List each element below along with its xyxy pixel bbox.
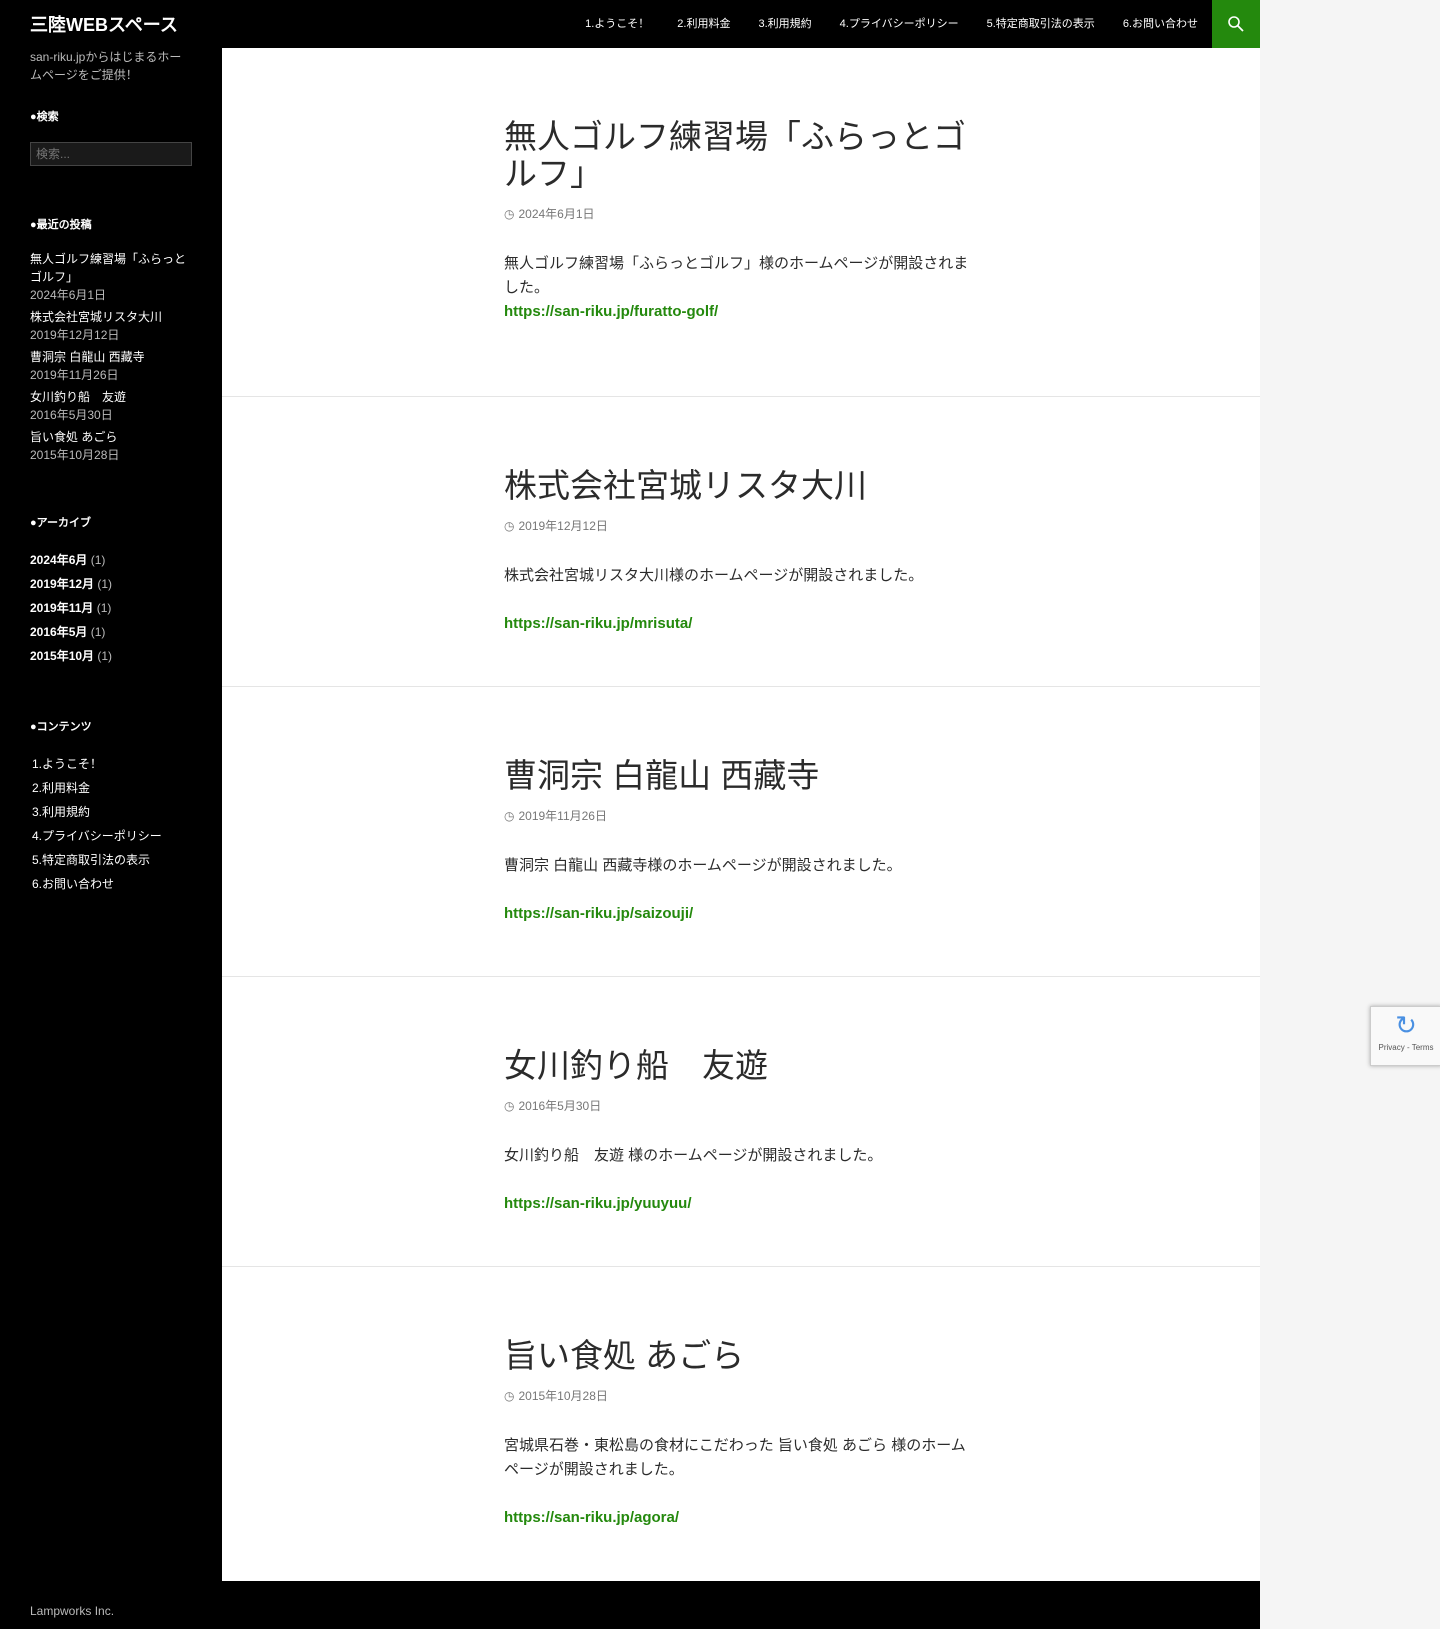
archive-count: (1) xyxy=(97,649,113,663)
sidebar: san-riku.jpからはじまるホームページをご提供！ ●検索 ●最近の投稿 … xyxy=(0,48,222,1581)
post: 曹洞宗 白龍山 西藏寺 ◷ 2019年11月26日 曹洞宗 白龍山 西藏寺様のホー… xyxy=(222,687,1260,977)
post-date[interactable]: 2016年5月30日 xyxy=(518,1097,601,1114)
recent-post-link[interactable]: 旨い食処 あごら xyxy=(30,428,192,446)
site-header: 三陸WEBスペース 1.ようこそ！ 2.利用料金 3.利用規約 4.プライバシー… xyxy=(0,0,1260,48)
recaptcha-badge[interactable]: ↻ Privacy - Terms xyxy=(1370,1006,1440,1066)
post-text: 株式会社宮城リスタ大川様のホームページが開設されました。 xyxy=(504,567,924,584)
post-link[interactable]: https://san-riku.jp/saizouji/ xyxy=(504,902,978,926)
post: 旨い食処 あごら ◷ 2015年10月28日 宮城県石巻・東松島の食材にこだわった… xyxy=(222,1267,1260,1581)
archive-title: ●アーカイブ xyxy=(30,517,91,529)
contents-link[interactable]: 2.利用料金 xyxy=(30,776,192,800)
archive-count: (1) xyxy=(90,553,106,567)
contents-title: ●コンテンツ xyxy=(30,721,92,733)
post-date[interactable]: 2024年6月1日 xyxy=(518,205,594,222)
search-toggle-button[interactable] xyxy=(1212,0,1260,48)
footer-credit[interactable]: Lampworks Inc. xyxy=(30,1604,114,1618)
archive-link[interactable]: 2019年12月 xyxy=(30,577,94,591)
archive-link[interactable]: 2024年6月 xyxy=(30,553,87,567)
post-link[interactable]: https://san-riku.jp/mrisuta/ xyxy=(504,612,978,636)
recent-post-link[interactable]: 曹洞宗 白龍山 西藏寺 xyxy=(30,348,192,366)
site-description: san-riku.jpからはじまるホームページをご提供！ xyxy=(30,50,182,82)
post-title[interactable]: 株式会社宮城リスタ大川 xyxy=(504,467,978,504)
recent-posts-list: 無人ゴルフ練習場「ふらっとゴルフ」 2024年6月1日 株式会社宮城リスタ大川 20… xyxy=(30,250,192,464)
post-text: 宮城県石巻・東松島の食材にこだわった 旨い食処 あごら 様のホームページが開設さ… xyxy=(504,1437,966,1478)
post-link[interactable]: https://san-riku.jp/furatto-golf/ xyxy=(504,300,978,324)
post-date[interactable]: 2019年12月12日 xyxy=(518,517,607,534)
nav-item-privacy[interactable]: 4.プライバシーポリシー xyxy=(826,0,973,48)
main-content: 無人ゴルフ練習場「ふらっとゴルフ」 ◷ 2024年6月1日 無人ゴルフ練習場「ふら… xyxy=(222,48,1260,1581)
nav-item-terms[interactable]: 3.利用規約 xyxy=(744,0,825,48)
contents-link[interactable]: 1.ようこそ！ xyxy=(30,752,192,776)
recent-post-link[interactable]: 無人ゴルフ練習場「ふらっとゴルフ」 xyxy=(30,250,192,286)
recent-post-date: 2024年6月1日 xyxy=(30,288,107,302)
post: 無人ゴルフ練習場「ふらっとゴルフ」 ◷ 2024年6月1日 無人ゴルフ練習場「ふら… xyxy=(222,48,1260,397)
nav-item-welcome[interactable]: 1.ようこそ！ xyxy=(571,0,663,48)
contents-list: 1.ようこそ！ 2.利用料金 3.利用規約 4.プライバシーポリシー 5.特定商… xyxy=(30,752,192,896)
post-title[interactable]: 曹洞宗 白龍山 西藏寺 xyxy=(504,757,978,794)
archive-count: (1) xyxy=(97,577,113,591)
contents-link[interactable]: 6.お問い合わせ xyxy=(30,872,192,896)
post-date[interactable]: 2015年10月28日 xyxy=(518,1387,607,1404)
post-link[interactable]: https://san-riku.jp/agora/ xyxy=(504,1506,978,1530)
nav-item-contact[interactable]: 6.お問い合わせ xyxy=(1109,0,1212,48)
post-text: 無人ゴルフ練習場「ふらっとゴルフ」様のホームページが開設されました。 xyxy=(504,255,969,296)
post-title[interactable]: 女川釣り船 友遊 xyxy=(504,1047,978,1084)
archive-link[interactable]: 2015年10月 xyxy=(30,649,94,663)
post-title[interactable]: 無人ゴルフ練習場「ふらっとゴルフ」 xyxy=(504,118,978,192)
recent-post-date: 2019年11月26日 xyxy=(30,368,119,382)
post-link[interactable]: https://san-riku.jp/yuuyuu/ xyxy=(504,1192,978,1216)
search-icon xyxy=(1228,16,1244,32)
search-widget-title: ●検索 xyxy=(30,111,59,123)
recent-post-link[interactable]: 女川釣り船 友遊 xyxy=(30,388,192,406)
recent-post-date: 2019年12月12日 xyxy=(30,328,120,342)
recent-post-date: 2015年10月28日 xyxy=(30,448,120,462)
clock-icon: ◷ xyxy=(504,1098,515,1113)
recent-post-link[interactable]: 株式会社宮城リスタ大川 xyxy=(30,308,192,326)
nav-item-commerce-law[interactable]: 5.特定商取引法の表示 xyxy=(973,0,1109,48)
recent-posts-title: ●最近の投稿 xyxy=(30,219,92,231)
post: 女川釣り船 友遊 ◷ 2016年5月30日 女川釣り船 友遊 様のホームページが開… xyxy=(222,977,1260,1267)
archive-link[interactable]: 2019年11月 xyxy=(30,601,93,615)
clock-icon: ◷ xyxy=(504,1388,515,1403)
clock-icon: ◷ xyxy=(504,518,515,533)
nav-item-pricing[interactable]: 2.利用料金 xyxy=(663,0,744,48)
search-input[interactable] xyxy=(30,142,192,166)
archive-link[interactable]: 2016年5月 xyxy=(30,625,87,639)
post-date[interactable]: 2019年11月26日 xyxy=(518,807,607,824)
archive-count: (1) xyxy=(96,601,112,615)
site-title[interactable]: 三陸WEBスペース xyxy=(30,11,178,37)
primary-nav: 1.ようこそ！ 2.利用料金 3.利用規約 4.プライバシーポリシー 5.特定商… xyxy=(571,0,1212,48)
clock-icon: ◷ xyxy=(504,808,515,823)
post: 株式会社宮城リスタ大川 ◷ 2019年12月12日 株式会社宮城リスタ大川様のホー… xyxy=(222,397,1260,687)
recaptcha-icon: ↻ xyxy=(1395,1010,1417,1040)
post-text: 曹洞宗 白龍山 西藏寺様のホームページが開設されました。 xyxy=(504,857,902,874)
site-footer: Lampworks Inc. xyxy=(0,1581,1260,1629)
contents-link[interactable]: 4.プライバシーポリシー xyxy=(30,824,192,848)
contents-link[interactable]: 3.利用規約 xyxy=(30,800,192,824)
post-title[interactable]: 旨い食処 あごら xyxy=(504,1337,978,1374)
recaptcha-links[interactable]: Privacy - Terms xyxy=(1371,1043,1440,1052)
clock-icon: ◷ xyxy=(504,206,515,221)
recent-post-date: 2016年5月30日 xyxy=(30,408,113,422)
archive-list: 2024年6月 (1) 2019年12月 (1) 2019年11月 (1) 20… xyxy=(30,548,192,668)
post-text: 女川釣り船 友遊 様のホームページが開設されました。 xyxy=(504,1147,883,1164)
archive-count: (1) xyxy=(90,625,106,639)
contents-link[interactable]: 5.特定商取引法の表示 xyxy=(30,848,192,872)
